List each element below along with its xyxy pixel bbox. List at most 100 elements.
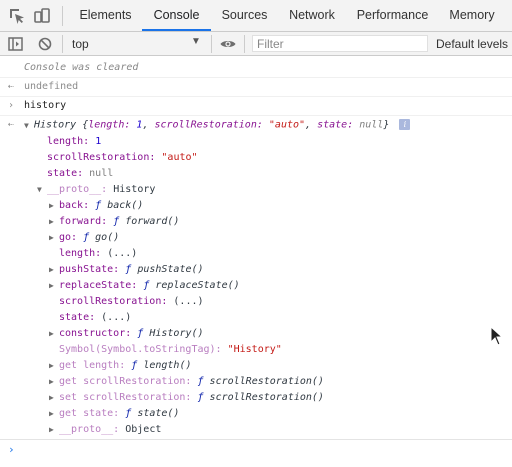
lazy-value[interactable]: (...) [173, 296, 203, 307]
summary-key: length: [88, 119, 131, 131]
tab-sources[interactable]: Sources [211, 0, 278, 31]
expanded-triangle-icon[interactable]: ▼ [24, 121, 34, 130]
collapsed-triangle-icon[interactable]: ▶ [49, 233, 59, 242]
property-row: scrollRestoration: "auto" [0, 151, 512, 165]
property-key: get scrollRestoration: [59, 376, 192, 387]
summary-key: scrollRestoration: [154, 119, 263, 131]
property-value: 1 [95, 136, 102, 147]
expanded-triangle-icon[interactable]: ▼ [37, 185, 47, 194]
property-value: History() [149, 328, 204, 339]
collapsed-triangle-icon[interactable]: ▶ [49, 409, 59, 418]
proto-property-row[interactable]: ▶ forward: ƒ forward() [0, 215, 512, 229]
clear-console-icon[interactable] [36, 35, 54, 53]
console-toolbar: top ▼ Default levels [0, 32, 512, 56]
property-key: back: [59, 200, 90, 211]
proto-property-row[interactable]: length: (...) [0, 247, 512, 261]
property-value: state() [137, 408, 180, 419]
proto-property-row[interactable]: ▶ constructor: ƒ History() [0, 327, 512, 341]
live-expression-eye-icon[interactable] [219, 35, 237, 53]
console-prompt[interactable]: › [0, 439, 512, 458]
function-icon: ƒ [125, 408, 132, 419]
device-toolbar-icon[interactable] [33, 7, 51, 25]
collapsed-triangle-icon[interactable]: ▶ [49, 281, 59, 290]
object-type-name: History [34, 119, 77, 131]
property-key: get state: [59, 408, 120, 419]
prompt-chevron-icon: › [8, 443, 15, 456]
info-icon[interactable]: i [399, 119, 411, 130]
tab-performance[interactable]: Performance [346, 0, 439, 31]
undefined-result: undefined [24, 81, 79, 92]
tab-network[interactable]: Network [278, 0, 346, 31]
summary-separator: , [305, 119, 312, 131]
function-icon: ƒ [197, 392, 204, 403]
console-output[interactable]: Console was cleared ⇠ undefined › histor… [0, 56, 512, 467]
property-key: scrollRestoration: [59, 296, 168, 307]
proto-property-row[interactable]: ▶ get state: ƒ state() [0, 407, 512, 421]
lazy-value[interactable]: (...) [101, 312, 131, 323]
property-value: go() [95, 232, 120, 243]
property-value: length() [143, 360, 192, 371]
result-arrow-icon: ⇠ [8, 119, 15, 130]
property-key: __proto__: [47, 184, 108, 195]
collapsed-triangle-icon[interactable]: ▶ [49, 425, 59, 434]
function-icon: ƒ [113, 216, 120, 227]
proto-property-row[interactable]: ▶ __proto__: Object [0, 423, 512, 437]
context-selector[interactable]: top [72, 36, 202, 52]
filter-input[interactable] [252, 35, 428, 52]
collapsed-triangle-icon[interactable]: ▶ [49, 217, 59, 226]
collapsed-triangle-icon[interactable]: ▶ [49, 377, 59, 386]
log-levels-dropdown[interactable]: Default levels [436, 36, 508, 52]
proto-property-row[interactable]: ▶ back: ƒ back() [0, 199, 512, 213]
proto-property-row[interactable]: scrollRestoration: (...) [0, 295, 512, 309]
collapsed-triangle-icon[interactable]: ▶ [49, 265, 59, 274]
toolbar-divider [62, 35, 63, 53]
console-message: Console was cleared [0, 59, 512, 78]
summary-separator: , [142, 119, 149, 131]
property-key: scrollRestoration: [47, 152, 156, 163]
property-value: null [89, 168, 114, 179]
tab-console[interactable]: Console [142, 0, 211, 31]
proto-property-row[interactable]: state: (...) [0, 311, 512, 325]
chevron-down-icon[interactable]: ▼ [191, 36, 201, 47]
property-value: pushState() [137, 264, 204, 275]
proto-property-row[interactable]: ▶ get scrollRestoration: ƒ scrollRestorat… [0, 375, 512, 389]
proto-property-row[interactable]: ▶ pushState: ƒ pushState() [0, 263, 512, 277]
function-icon: ƒ [131, 360, 138, 371]
proto-property-row[interactable]: ▶ go: ƒ go() [0, 231, 512, 245]
property-value: replaceState() [155, 280, 240, 291]
function-icon: ƒ [83, 232, 90, 243]
proto-property-row[interactable]: ▶ set scrollRestoration: ƒ scrollRestorat… [0, 391, 512, 405]
property-value: "History" [227, 344, 282, 355]
proto-property-row[interactable]: ▶ get length: ƒ length() [0, 359, 512, 373]
proto-property-row[interactable]: ▶ replaceState: ƒ replaceState() [0, 279, 512, 293]
show-sidebar-icon[interactable] [7, 35, 25, 53]
inspect-element-icon[interactable] [8, 7, 26, 25]
property-key: forward: [59, 216, 108, 227]
console-command: › history [0, 97, 512, 116]
property-row: state: null [0, 167, 512, 181]
lazy-value[interactable]: (...) [107, 248, 137, 259]
property-value: back() [107, 200, 144, 211]
property-key: length: [59, 248, 102, 259]
property-key: pushState: [59, 264, 120, 275]
collapsed-triangle-icon[interactable]: ▶ [49, 361, 59, 370]
command-text: history [24, 100, 67, 111]
collapsed-triangle-icon[interactable]: ▶ [49, 393, 59, 402]
tab-memory[interactable]: Memory [439, 0, 505, 31]
proto-property-row: Symbol(Symbol.toStringTag): "History" [0, 343, 512, 357]
property-key: go: [59, 232, 78, 243]
property-key: state: [47, 168, 84, 179]
history-object-header[interactable]: ⇠ ▼ History {length: 1, scrollRestoration… [0, 118, 512, 132]
console-message: ⇠ undefined [0, 78, 512, 97]
function-icon: ƒ [143, 280, 150, 291]
collapsed-triangle-icon[interactable]: ▶ [49, 201, 59, 210]
collapsed-triangle-icon[interactable]: ▶ [49, 329, 59, 338]
proto-row[interactable]: ▼ __proto__: History [0, 183, 512, 197]
property-key: get length: [59, 360, 126, 371]
property-key: replaceState: [59, 280, 138, 291]
property-value: scrollRestoration() [209, 392, 324, 403]
property-key: constructor: [59, 328, 132, 339]
property-value: Object [125, 424, 162, 435]
property-key: Symbol(Symbol.toStringTag): [59, 344, 222, 355]
tab-elements[interactable]: Elements [69, 0, 142, 31]
